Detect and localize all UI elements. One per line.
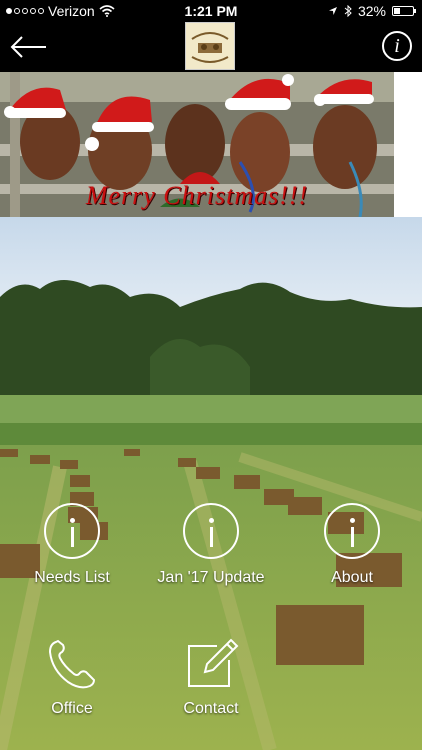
christmas-banner: Merry Christmas!!! <box>0 72 394 217</box>
menu-item-jan-update[interactable]: Jan '17 Update <box>150 503 272 587</box>
bluetooth-icon <box>344 5 352 17</box>
compose-icon <box>188 638 239 687</box>
navigation-bar: i <box>0 22 422 72</box>
menu-item-needs-list[interactable]: Needs List <box>22 503 122 587</box>
status-right: 32% <box>328 3 416 19</box>
sunday-christian-youth-ranch-logo <box>185 22 235 70</box>
banner-caption: Merry Christmas!!! <box>85 181 309 210</box>
menu-label-contact: Contact <box>183 700 239 717</box>
battery-percent: 32% <box>357 3 386 19</box>
menu-item-contact[interactable]: Contact <box>161 636 261 718</box>
menu-label-about: About <box>331 569 373 586</box>
info-icon[interactable]: i <box>382 31 412 61</box>
logo-badge-icon <box>191 32 229 63</box>
menu-label-jan-update: Jan '17 Update <box>157 569 265 586</box>
menu-item-about[interactable]: About <box>302 503 402 587</box>
banner-whitespace <box>394 72 422 217</box>
back-arrow-icon[interactable] <box>8 34 48 60</box>
phone-icon <box>48 639 96 689</box>
info-circle-icon <box>44 503 100 559</box>
menu-item-office[interactable]: Office <box>22 636 122 718</box>
battery-icon <box>392 6 416 16</box>
info-circle-icon <box>183 503 239 559</box>
menu-label-office: Office <box>51 700 93 717</box>
info-circle-icon <box>324 503 380 559</box>
status-bar: Verizon 1:21 PM 32% <box>0 0 422 22</box>
menu-label-needs-list: Needs List <box>34 569 110 586</box>
location-arrow-icon <box>328 7 337 15</box>
